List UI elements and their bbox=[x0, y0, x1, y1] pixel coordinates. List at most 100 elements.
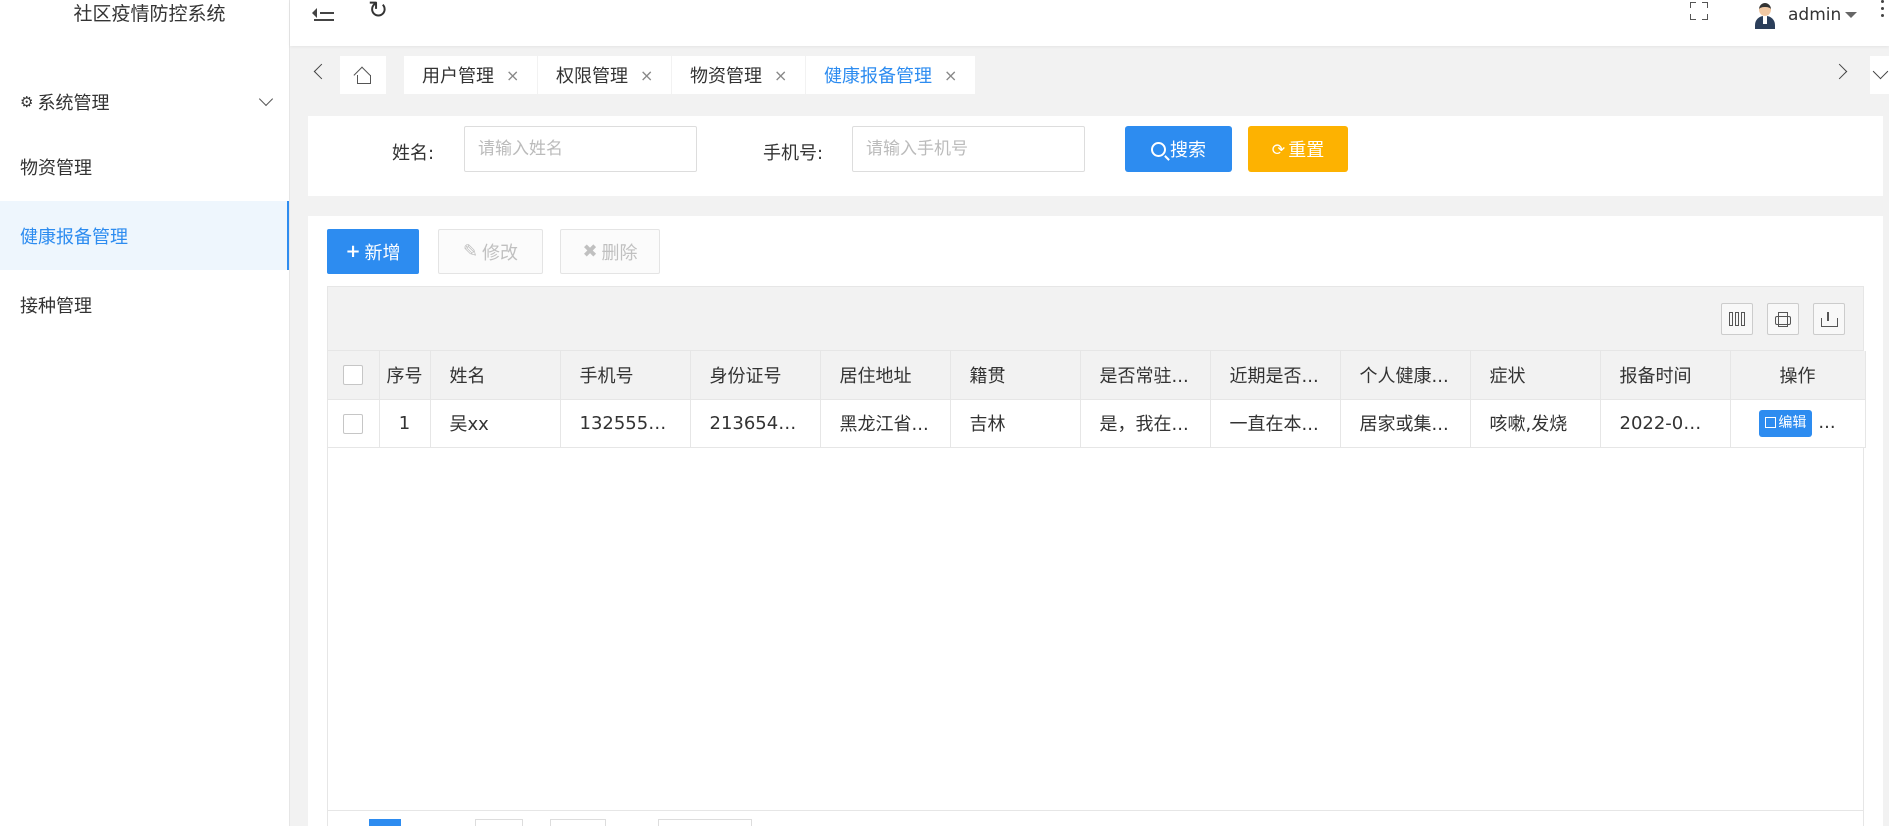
print-icon bbox=[1775, 312, 1791, 327]
tab-home[interactable] bbox=[340, 56, 386, 94]
column-header[interactable]: 姓名 bbox=[430, 351, 561, 400]
checkbox[interactable] bbox=[343, 365, 364, 386]
cell-symptom: 咳嗽,发烧 bbox=[1470, 399, 1601, 448]
column-header[interactable]: 手机号 bbox=[560, 351, 691, 400]
column-header[interactable]: 报备时间 bbox=[1600, 351, 1731, 400]
top-header: ↻ admin bbox=[290, 0, 1889, 46]
add-button[interactable]: + 新增 bbox=[327, 229, 419, 274]
refresh-icon: ⟳ bbox=[1271, 139, 1286, 159]
search-panel: 姓名: 手机号: 搜索 ⟳ 重置 bbox=[308, 116, 1883, 196]
cell-report-time: 2022-04-... bbox=[1600, 399, 1731, 448]
more-vertical-icon[interactable] bbox=[1881, 0, 1885, 21]
main-panel: + 新增 ✎ 修改 ✖ 删除 序号 姓名 手机号 身份证号 居住地址 籍贯 是否… bbox=[308, 216, 1883, 826]
cell-hometown: 吉林 bbox=[950, 399, 1081, 448]
fullscreen-icon[interactable] bbox=[1690, 2, 1708, 20]
name-label: 姓名: bbox=[392, 143, 435, 164]
edit-button-label: 修改 bbox=[482, 242, 519, 264]
chevron-down-icon[interactable] bbox=[1870, 56, 1889, 94]
pagination-jump-input[interactable] bbox=[475, 819, 523, 826]
column-header[interactable]: 是否常驻... bbox=[1080, 351, 1211, 400]
app-title: 社区疫情防控系统 bbox=[73, 3, 226, 25]
header-select-all[interactable] bbox=[328, 351, 380, 400]
close-icon[interactable]: × bbox=[640, 66, 653, 85]
row-edit-button[interactable]: 编辑 bbox=[1759, 409, 1813, 437]
row-edit-label: 编辑 bbox=[1778, 414, 1807, 431]
row-more-actions[interactable]: ... bbox=[1818, 412, 1835, 433]
columns-filter-button[interactable] bbox=[1721, 303, 1753, 335]
tab-user-management[interactable]: 用户管理 × bbox=[404, 56, 538, 94]
table-header-row: 序号 姓名 手机号 身份证号 居住地址 籍贯 是否常驻... 近期是否... 个… bbox=[328, 351, 1866, 400]
refresh-icon[interactable]: ↻ bbox=[368, 0, 388, 24]
export-icon bbox=[1821, 312, 1838, 327]
close-icon[interactable]: × bbox=[944, 66, 957, 85]
sidebar-item-label: 接种管理 bbox=[20, 295, 92, 317]
close-icon: ✖ bbox=[582, 241, 598, 262]
phone-input[interactable] bbox=[852, 126, 1085, 172]
cell-resident: 是，我在... bbox=[1080, 399, 1211, 448]
tab-label: 健康报备管理 bbox=[824, 66, 932, 87]
tab-health-report-management[interactable]: 健康报备管理 × bbox=[806, 56, 976, 94]
export-button[interactable] bbox=[1813, 303, 1845, 335]
columns-icon bbox=[1729, 312, 1745, 326]
close-icon[interactable]: × bbox=[774, 66, 787, 85]
page-tabs: 用户管理 × 权限管理 × 物资管理 × 健康报备管理 × bbox=[290, 46, 1889, 104]
search-button[interactable]: 搜索 bbox=[1125, 126, 1232, 172]
sidebar-item-label: 健康报备管理 bbox=[20, 226, 128, 248]
chevron-right-icon[interactable] bbox=[1834, 64, 1848, 78]
chevron-down-icon bbox=[258, 91, 274, 107]
pagination-current-page[interactable] bbox=[369, 819, 401, 826]
pagination-go-button[interactable] bbox=[550, 819, 606, 826]
sidebar-group-label: 系统管理 bbox=[37, 93, 110, 114]
edit-icon bbox=[1765, 416, 1777, 428]
close-icon[interactable]: × bbox=[506, 66, 519, 85]
reset-button[interactable]: ⟳ 重置 bbox=[1248, 126, 1348, 172]
gear-icon: ⚙ bbox=[20, 93, 34, 111]
column-header[interactable]: 籍贯 bbox=[950, 351, 1081, 400]
user-menu[interactable]: admin bbox=[1752, 0, 1858, 30]
tab-permission-management[interactable]: 权限管理 × bbox=[538, 56, 672, 94]
cell-health: 居家或集... bbox=[1340, 399, 1471, 448]
edit-button[interactable]: ✎ 修改 bbox=[438, 229, 543, 274]
sidebar-item-vaccination[interactable]: 接种管理 bbox=[0, 270, 289, 339]
table-toolbar bbox=[328, 287, 1863, 351]
print-button[interactable] bbox=[1767, 303, 1799, 335]
row-select[interactable] bbox=[328, 399, 380, 448]
sidebar-item-supplies[interactable]: 物资管理 bbox=[0, 132, 289, 201]
delete-button[interactable]: ✖ 删除 bbox=[560, 229, 660, 274]
cell-id-card: 2136548... bbox=[690, 399, 821, 448]
pagination-page-size-select[interactable] bbox=[658, 819, 752, 826]
sidebar-item-health-report[interactable]: 健康报备管理 bbox=[0, 201, 289, 270]
cell-name: 吴xx bbox=[430, 399, 561, 448]
cell-recent: 一直在本... bbox=[1210, 399, 1341, 448]
column-header[interactable]: 近期是否... bbox=[1210, 351, 1341, 400]
checkbox[interactable] bbox=[343, 413, 364, 434]
home-icon bbox=[354, 67, 372, 84]
chevron-left-icon[interactable] bbox=[312, 64, 326, 78]
tab-supplies-management[interactable]: 物资管理 × bbox=[672, 56, 806, 94]
column-header[interactable]: 序号 bbox=[379, 351, 431, 400]
column-header[interactable]: 身份证号 bbox=[690, 351, 821, 400]
phone-label: 手机号: bbox=[763, 143, 824, 164]
username: admin bbox=[1788, 5, 1842, 25]
edit-icon: ✎ bbox=[462, 241, 479, 262]
column-header: 操作 bbox=[1730, 351, 1866, 400]
menu-fold-icon[interactable] bbox=[312, 4, 334, 24]
caret-down-icon bbox=[1845, 12, 1858, 18]
cell-index: 1 bbox=[379, 399, 431, 448]
sidebar-item-label: 物资管理 bbox=[20, 157, 92, 179]
sidebar-group-system[interactable]: ⚙ 系统管理 bbox=[0, 72, 289, 132]
search-icon bbox=[1151, 141, 1166, 157]
tab-label: 用户管理 bbox=[422, 66, 494, 87]
reset-button-label: 重置 bbox=[1288, 140, 1325, 161]
column-header[interactable]: 症状 bbox=[1470, 351, 1601, 400]
sidebar: 社区疫情防控系统 ⚙ 系统管理 物资管理 健康报备管理 接种管理 bbox=[0, 0, 290, 826]
cell-actions: 编辑... bbox=[1730, 399, 1866, 448]
table-row[interactable]: 1 吴xx 1325555... 2136548... 黑龙江省... 吉林 是… bbox=[328, 399, 1866, 448]
column-header[interactable]: 个人健康... bbox=[1340, 351, 1471, 400]
delete-button-label: 删除 bbox=[601, 242, 638, 264]
data-table: 序号 姓名 手机号 身份证号 居住地址 籍贯 是否常驻... 近期是否... 个… bbox=[327, 286, 1866, 826]
plus-icon: + bbox=[345, 241, 361, 262]
cell-phone: 1325555... bbox=[560, 399, 691, 448]
name-input[interactable] bbox=[464, 126, 697, 172]
column-header[interactable]: 居住地址 bbox=[820, 351, 951, 400]
